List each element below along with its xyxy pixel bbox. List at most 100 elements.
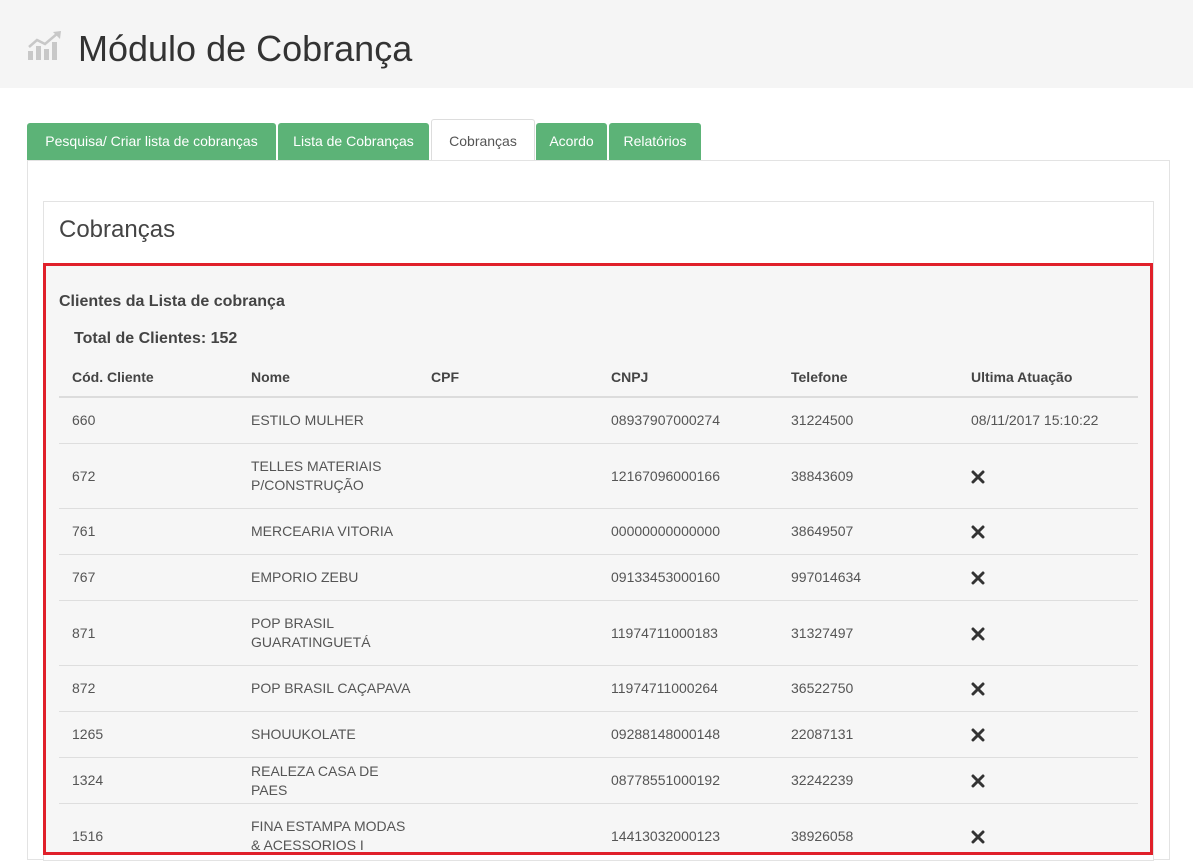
column-header-cod: Cód. Cliente (59, 358, 238, 398)
table-row[interactable]: 1324 REALEZA CASA DE PAES 08778551000192 32… (59, 757, 1138, 804)
nome-line: SHOUUKOLATE (251, 726, 356, 742)
cell-cod-cliente: 1516 (59, 803, 238, 852)
cell-ultima-atuacao (958, 554, 1138, 601)
x-icon (971, 470, 985, 484)
cell-telefone: 32242239 (778, 757, 958, 804)
tab-relatorios[interactable]: Relatórios (609, 123, 701, 160)
column-header-ultima-atuacao: Ultima Atuação (958, 358, 1138, 398)
x-icon (971, 830, 985, 844)
nome-line: GUARATINGUETÁ (251, 634, 371, 650)
x-icon (971, 571, 985, 585)
tab-acordo[interactable]: Acordo (536, 123, 607, 160)
cell-cnpj: 00000000000000 (598, 508, 778, 555)
cell-cpf (418, 508, 598, 555)
cell-nome: POP BRASIL CAÇAPAVA (238, 665, 418, 712)
column-header-cnpj: CNPJ (598, 358, 778, 398)
cell-nome: ESTILO MULHER (238, 397, 418, 444)
cell-telefone: 38843609 (778, 443, 958, 509)
cell-ultima-atuacao (958, 757, 1138, 804)
column-header-nome: Nome (238, 358, 418, 398)
cell-cod-cliente: 1324 (59, 757, 238, 804)
cell-cod-cliente: 871 (59, 600, 238, 666)
panel-title: Cobranças (59, 216, 176, 243)
section-title: Clientes da Lista de cobrança (59, 293, 285, 310)
cell-cpf (418, 443, 598, 509)
cell-cpf (418, 665, 598, 712)
total-clients: Total de Clientes: 152 (74, 330, 238, 347)
x-icon (971, 728, 985, 742)
cell-cod-cliente: 1265 (59, 711, 238, 758)
nome-line: & ACESSORIOS I (251, 837, 364, 853)
tab-pesquisa-criar-lista[interactable]: Pesquisa/ Criar lista de cobranças (27, 123, 276, 160)
cell-cnpj: 08778551000192 (598, 757, 778, 804)
cell-cpf (418, 554, 598, 601)
cell-nome: FINA ESTAMPA MODAS & ACESSORIOS I (238, 803, 418, 853)
cell-cpf (418, 711, 598, 758)
cell-ultima-atuacao (958, 665, 1138, 712)
table-row[interactable]: 660 ESTILO MULHER 08937907000274 31224500 08… (59, 397, 1138, 444)
cell-cpf (418, 803, 598, 852)
cell-cnpj: 11974711000264 (598, 665, 778, 712)
cell-cnpj: 11974711000183 (598, 600, 778, 666)
table-row[interactable]: 871 POP BRASIL GUARATINGUETÁ 11974711000183… (59, 600, 1138, 666)
page-header: Módulo de Cobrança (0, 0, 1193, 88)
table-row[interactable]: 1265 SHOUUKOLATE 09288148000148 22087131 (59, 711, 1138, 758)
cell-telefone: 31224500 (778, 397, 958, 444)
cell-telefone: 36522750 (778, 665, 958, 712)
cell-cnpj: 12167096000166 (598, 443, 778, 509)
nome-line: POP BRASIL CAÇAPAVA (251, 680, 411, 696)
tab-cobrancas[interactable]: Cobranças (431, 119, 535, 161)
cell-cpf (418, 397, 598, 444)
table-row[interactable]: 672 TELLES MATERIAIS P/CONSTRUÇÃO 121670960… (59, 443, 1138, 509)
page-title: Módulo de Cobrança (78, 28, 413, 69)
nome-line: MERCEARIA VITORIA (251, 523, 394, 539)
table-row[interactable]: 767 EMPORIO ZEBU 09133453000160 997014634 (59, 554, 1138, 601)
cell-telefone: 22087131 (778, 711, 958, 758)
column-header-cpf: CPF (418, 358, 598, 398)
cell-cpf (418, 600, 598, 666)
cell-cpf (418, 757, 598, 804)
cell-cod-cliente: 660 (59, 397, 238, 444)
cell-telefone: 31327497 (778, 600, 958, 666)
column-header-telefone: Telefone (778, 358, 958, 398)
nome-line: EMPORIO ZEBU (251, 569, 359, 585)
cell-cod-cliente: 872 (59, 665, 238, 712)
x-icon (971, 525, 985, 539)
nome-line: REALEZA CASA DE PAES (251, 762, 379, 798)
cell-ultima-atuacao (958, 508, 1138, 555)
cell-cod-cliente: 761 (59, 508, 238, 555)
nome-line: ESTILO MULHER (251, 412, 364, 428)
x-icon (971, 627, 985, 641)
cell-telefone: 38649507 (778, 508, 958, 555)
cell-ultima-atuacao: 08/11/2017 15:10:22 (958, 397, 1138, 444)
cell-nome: TELLES MATERIAIS P/CONSTRUÇÃO (238, 443, 418, 509)
x-icon (971, 682, 985, 696)
x-icon (971, 774, 985, 788)
cell-ultima-atuacao (958, 443, 1138, 509)
cell-cnpj: 08937907000274 (598, 397, 778, 444)
tab-lista-de-cobrancas[interactable]: Lista de Cobranças (278, 123, 429, 160)
nome-line: TELLES MATERIAIS (251, 458, 382, 474)
table-row[interactable]: 761 MERCEARIA VITORIA 00000000000000 386495… (59, 508, 1138, 555)
cell-ultima-atuacao (958, 711, 1138, 758)
cell-nome: MERCEARIA VITORIA (238, 508, 418, 555)
table-row[interactable]: 872 POP BRASIL CAÇAPAVA 11974711000264 3652… (59, 665, 1138, 712)
bar-chart-trend-icon (28, 31, 61, 60)
cell-nome: SHOUUKOLATE (238, 711, 418, 758)
cell-cnpj: 09288148000148 (598, 711, 778, 758)
cell-cod-cliente: 672 (59, 443, 238, 509)
nome-line: P/CONSTRUÇÃO (251, 477, 364, 493)
nome-line: POP BRASIL (251, 615, 335, 631)
nome-line: FINA ESTAMPA MODAS (251, 818, 406, 834)
cell-nome: EMPORIO ZEBU (238, 554, 418, 601)
cell-cnpj: 14413032000123 (598, 803, 778, 852)
cell-nome: POP BRASIL GUARATINGUETÁ (238, 600, 418, 666)
cell-nome: REALEZA CASA DE PAES (238, 757, 418, 804)
cell-cod-cliente: 767 (59, 554, 238, 601)
cell-telefone: 997014634 (778, 554, 958, 601)
table-row[interactable]: 1516 FINA ESTAMPA MODAS & ACESSORIOS I 1441… (59, 803, 1138, 853)
cell-cnpj: 09133453000160 (598, 554, 778, 601)
clients-section: Clientes da Lista de cobrança Total de C… (43, 263, 1153, 855)
cell-telefone: 38926058 (778, 803, 958, 852)
clients-table: Cód. Cliente Nome CPF CNPJ Telefone Ulti… (59, 358, 1138, 853)
